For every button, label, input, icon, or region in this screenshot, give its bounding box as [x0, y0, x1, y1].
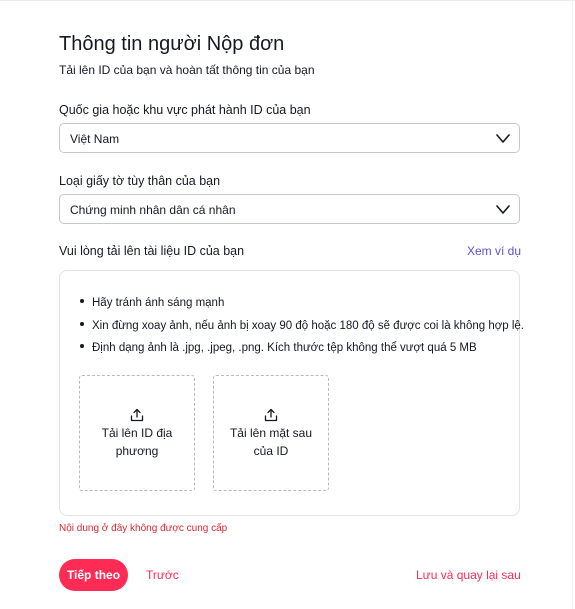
country-select-value: Việt Nam	[70, 132, 120, 146]
right-divider	[572, 0, 573, 609]
chevron-down-icon	[496, 134, 510, 143]
upload-icon	[264, 408, 278, 422]
tip-text: Xin đừng xoay ảnh, nếu ảnh bị xoay 90 độ…	[92, 320, 524, 332]
tip-text: Định dạng ảnh là .jpg, .jpeg, .png. Kích…	[92, 342, 477, 354]
id-type-select-value: Chứng minh nhân dân cá nhân	[70, 203, 236, 217]
id-type-label: Loại giấy tờ tùy thân của bạn	[59, 174, 221, 188]
upload-front-label-line1: Tải lên ID địa	[101, 426, 173, 440]
page-title: Thông tin người Nộp đơn	[59, 33, 285, 55]
page-subtitle: Tải lên ID của bạn và hoàn tất thông tin…	[59, 63, 315, 77]
country-select[interactable]: Việt Nam	[59, 123, 520, 153]
tip-item: Xin đừng xoay ảnh, nếu ảnh bị xoay 90 độ…	[80, 320, 524, 332]
upload-front-label-line2: phương	[115, 444, 159, 458]
bullet-icon	[80, 298, 84, 303]
tip-item: Định dạng ảnh là .jpg, .jpeg, .png. Kích…	[80, 342, 477, 354]
upload-front-dropzone[interactable]: Tải lên ID địa phương	[79, 375, 195, 491]
next-button[interactable]: Tiếp theo	[59, 559, 128, 591]
upload-back-dropzone[interactable]: Tải lên mặt sau của ID	[213, 375, 329, 491]
upload-back-label-line1: Tải lên mặt sau	[229, 426, 313, 440]
tip-item: Hãy tránh ánh sáng mạnh	[80, 297, 224, 309]
chevron-down-icon	[496, 205, 510, 214]
tip-text: Hãy tránh ánh sáng mạnh	[92, 297, 225, 309]
top-divider	[0, 0, 575, 1]
upload-icon	[130, 408, 144, 422]
bullet-icon	[80, 343, 84, 348]
upload-back-label-line2: của ID	[253, 444, 289, 458]
country-label: Quốc gia hoặc khu vực phát hành ID của b…	[59, 103, 311, 117]
bullet-icon	[80, 321, 84, 326]
previous-button[interactable]: Trước	[146, 568, 179, 582]
id-type-select[interactable]: Chứng minh nhân dân cá nhân	[59, 194, 520, 224]
save-and-return-later-button[interactable]: Lưu và quay lại sau	[416, 568, 521, 582]
view-example-link[interactable]: Xem ví dụ	[467, 244, 521, 258]
upload-label: Vui lòng tải lên tài liệu ID của bạn	[59, 244, 245, 258]
error-message: Nội dung ở đây không được cung cấp	[59, 523, 228, 534]
